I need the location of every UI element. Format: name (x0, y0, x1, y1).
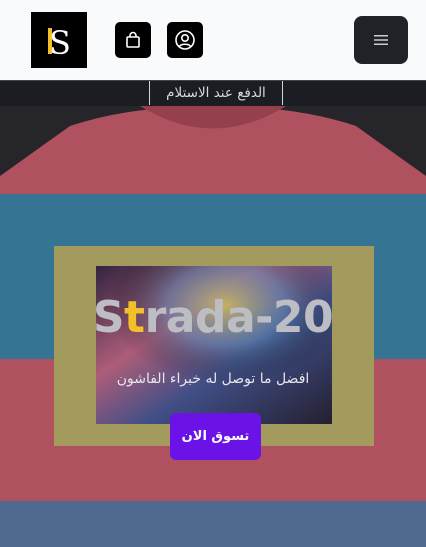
strada-logo-icon: S (31, 12, 87, 68)
hero-title: Strada-20 (0, 292, 426, 343)
announcement-text: الدفع عند الاستلام (149, 81, 283, 105)
account-button[interactable] (167, 22, 203, 58)
user-circle-icon (175, 30, 195, 50)
site-header: S (0, 0, 426, 81)
cart-button[interactable] (115, 22, 151, 58)
brand-logo[interactable]: S (31, 12, 87, 68)
hero-section: Strada-20 افضل ما توصل له خبراء الفاشون … (0, 106, 426, 547)
hero-subtitle: افضل ما توصل له خبراء الفاشون (116, 371, 310, 387)
announcement-bar: الدفع عند الاستلام (0, 80, 426, 107)
shop-now-button[interactable]: تسوق الان (170, 413, 261, 460)
hero-title-prefix: S (92, 292, 125, 343)
hamburger-menu-icon (374, 35, 388, 45)
hero-title-rest: rada-20 (144, 292, 334, 343)
svg-text:S: S (49, 24, 71, 62)
shopping-bag-icon (126, 31, 140, 48)
hero-title-accent: t (124, 292, 145, 343)
menu-toggle-button[interactable] (354, 16, 408, 64)
